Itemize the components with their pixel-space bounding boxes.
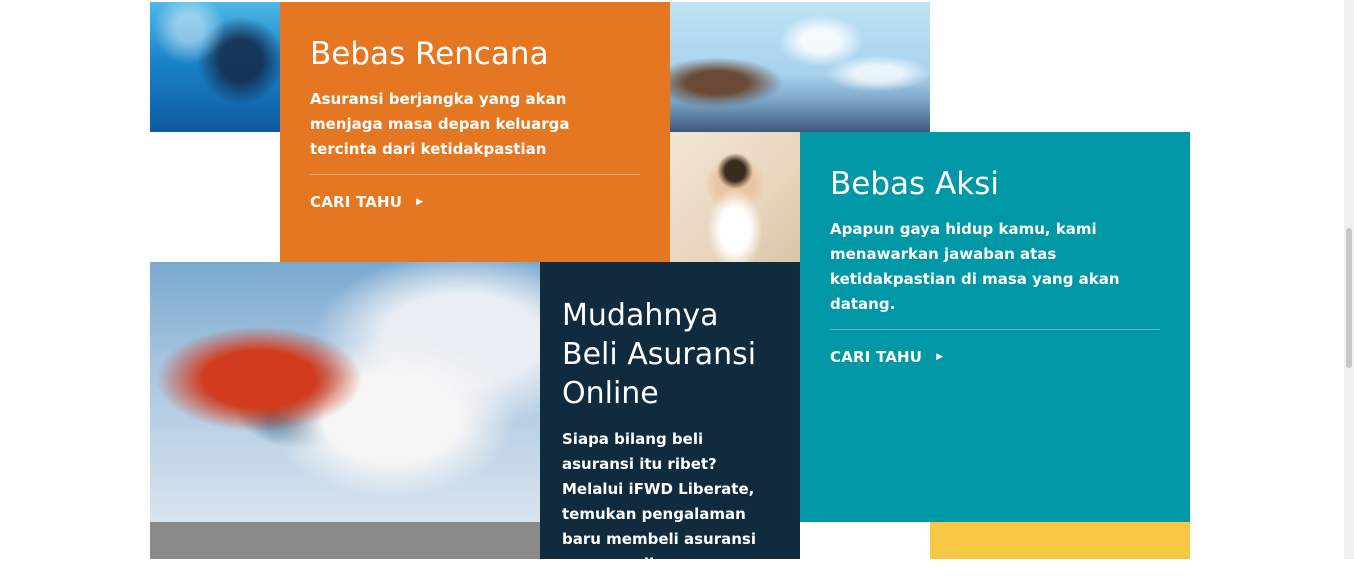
snorkel-photo [150, 2, 280, 132]
travel-couple-photo [670, 2, 930, 132]
yellow-decor-block [930, 522, 1190, 559]
triangle-right-icon: ▶ [936, 351, 944, 362]
card-description: Siapa bilang beli asuransi itu ribet? Me… [562, 430, 757, 573]
card-bebas-aksi: Bebas Aksi Apapun gaya hidup kamu, kami … [800, 132, 1190, 522]
cta-label: CARI TAHU [830, 348, 923, 367]
card-divider [830, 329, 1160, 331]
card-divider [310, 174, 640, 176]
cari-tahu-link-aksi[interactable]: CARI TAHU ▶ [830, 348, 943, 366]
card-description: Apapun gaya hidup kamu, kami menawarkan … [830, 220, 1120, 314]
gray-decor-block [150, 522, 540, 559]
card-title: Bebas Aksi [830, 166, 999, 202]
page-scrollbar[interactable] [1344, 0, 1354, 559]
card-beli-online: Mudahnya Beli Asuransi Online Siapa bila… [540, 262, 800, 573]
cta-label: CARI TAHU [310, 193, 403, 212]
cari-tahu-link-rencana[interactable]: CARI TAHU ▶ [310, 193, 423, 211]
card-bebas-rencana: Bebas Rencana Asuransi berjangka yang ak… [280, 2, 670, 262]
girl-sunglasses-photo [670, 132, 800, 262]
skier-photo [150, 262, 540, 522]
card-title: Bebas Rencana [310, 36, 549, 72]
triangle-right-icon: ▶ [416, 196, 424, 207]
card-description: Asuransi berjangka yang akan menjaga mas… [310, 90, 570, 159]
scrollbar-thumb[interactable] [1346, 228, 1352, 368]
card-title: Mudahnya Beli Asuransi Online [562, 298, 757, 411]
